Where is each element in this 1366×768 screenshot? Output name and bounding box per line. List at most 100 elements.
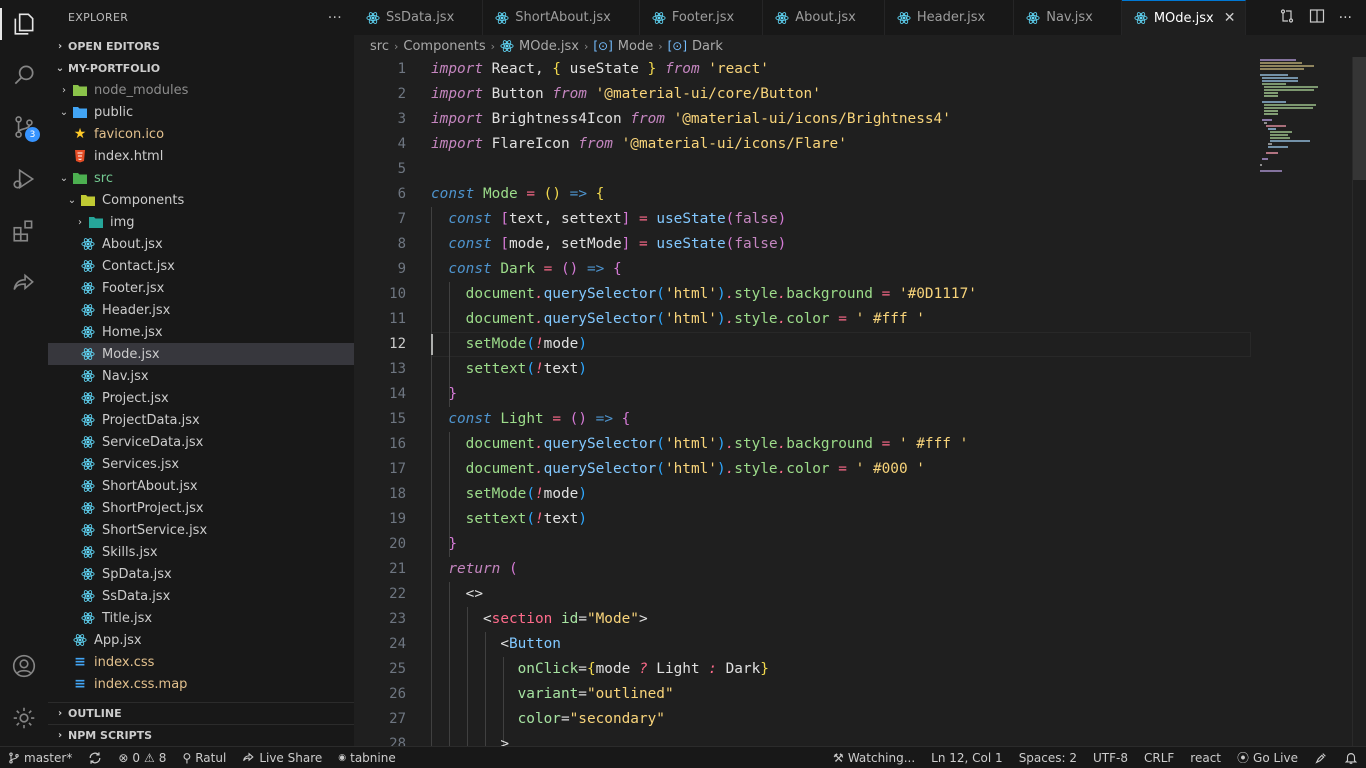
tab-nav-jsx[interactable]: Nav.jsx [1014, 0, 1122, 35]
tree-item-favicon-ico[interactable]: ★ favicon.ico [48, 123, 354, 145]
tree-item-components[interactable]: ⌄ Components [48, 189, 354, 211]
code-line: 27 color="secondary" [354, 707, 1254, 732]
error-count: 0 [132, 750, 141, 765]
breadcrumb: src › Components › MOde.jsx › [⊙] Mode ›… [354, 35, 1366, 57]
tab-about-jsx[interactable]: About.jsx [763, 0, 885, 35]
tree-item-header-jsx[interactable]: Header.jsx [48, 299, 354, 321]
minimap[interactable] [1258, 57, 1352, 187]
code-text: variant="outlined" [517, 686, 674, 702]
code-text: setMode(!mode) [465, 486, 587, 502]
run-debug-icon[interactable] [0, 155, 48, 203]
tree-item-public[interactable]: ⌄ public [48, 101, 354, 123]
tab-shortabout-jsx[interactable]: ShortAbout.jsx [483, 0, 640, 35]
tree-item-shortproject-jsx[interactable]: ShortProject.jsx [48, 497, 354, 519]
line-number: 10 [389, 286, 406, 302]
breadcrumb-file[interactable]: MOde.jsx [519, 39, 579, 54]
react-icon [80, 544, 96, 560]
line-ending[interactable]: CRLF [1136, 751, 1182, 765]
tab-ssdata-jsx[interactable]: SsData.jsx [354, 0, 484, 35]
indentation[interactable]: Spaces: 2 [1011, 751, 1085, 765]
tab-footer-jsx[interactable]: Footer.jsx [640, 0, 764, 35]
tree-item-ssdata-jsx[interactable]: SsData.jsx [48, 585, 354, 607]
code-editor[interactable]: 1 import React, { useState } from 'react'… [354, 57, 1366, 746]
tree-item-spdata-jsx[interactable]: SpData.jsx [48, 563, 354, 585]
chevron-down-icon: ⌄ [67, 194, 77, 206]
feedback-icon[interactable] [1306, 751, 1336, 765]
language-mode[interactable]: react [1182, 751, 1229, 765]
react-icon [80, 522, 96, 538]
extensions-icon[interactable] [0, 207, 48, 255]
watching-status[interactable]: ⚒ Watching... [825, 751, 923, 765]
code-line: 22 <> [354, 582, 1254, 607]
file-tree: › node_modules ⌄ public ★ favicon.ico index.ht… [48, 79, 354, 695]
html-icon [72, 148, 88, 164]
react-icon [80, 588, 96, 604]
breadcrumb-symbol-mode[interactable]: Mode [618, 39, 653, 54]
more-actions-icon[interactable]: ··· [328, 10, 342, 26]
tree-item-services-jsx[interactable]: Services.jsx [48, 453, 354, 475]
tree-item-src[interactable]: ⌄ src [48, 167, 354, 189]
scrollbar-thumb[interactable] [1353, 57, 1366, 180]
tree-item-index-css-map[interactable]: ≡ index.css.map [48, 673, 354, 695]
breadcrumb-symbol-dark[interactable]: Dark [692, 39, 723, 54]
react-icon [80, 280, 96, 296]
open-editors-section[interactable]: › OPEN EDITORS [48, 35, 354, 57]
tab-mode-jsx[interactable]: MOde.jsx ✕ [1121, 0, 1247, 35]
user-label: Ratul [195, 750, 227, 765]
tree-item-label: App.jsx [94, 632, 142, 648]
tree-item-shortabout-jsx[interactable]: ShortAbout.jsx [48, 475, 354, 497]
tree-item-img[interactable]: › img [48, 211, 354, 233]
tree-item-app-jsx[interactable]: App.jsx [48, 629, 354, 651]
explorer-icon[interactable] [0, 0, 48, 48]
tree-item-footer-jsx[interactable]: Footer.jsx [48, 277, 354, 299]
sync-icon[interactable] [80, 751, 110, 765]
outline-section[interactable]: › OUTLINE [48, 702, 354, 724]
tree-item-mode-jsx[interactable]: Mode.jsx [48, 343, 354, 365]
tabnine-status[interactable]: ◉ tabnine [330, 751, 403, 765]
project-section[interactable]: ⌄ MY-PORTFOLIO [48, 57, 354, 79]
notifications-icon[interactable] [1336, 751, 1366, 765]
source-control-icon[interactable]: 3 [0, 103, 48, 151]
tree-item-index-html[interactable]: index.html [48, 145, 354, 167]
tree-item-title-jsx[interactable]: Title.jsx [48, 607, 354, 629]
problems-status[interactable]: ⊗ 0 ⚠ 8 [110, 751, 174, 765]
more-actions-icon[interactable]: ··· [1339, 10, 1352, 26]
line-number: 9 [397, 261, 406, 277]
accounts-icon[interactable] [0, 642, 48, 690]
tree-item-contact-jsx[interactable]: Contact.jsx [48, 255, 354, 277]
tree-item-home-jsx[interactable]: Home.jsx [48, 321, 354, 343]
live-share-status[interactable]: Live Share [234, 751, 330, 765]
search-icon[interactable] [0, 51, 48, 99]
chevron-right-icon: › [78, 216, 82, 228]
tree-item-node-modules[interactable]: › node_modules [48, 79, 354, 101]
live-share-icon[interactable] [0, 259, 48, 307]
tree-item-label: index.css [94, 654, 155, 670]
tree-item-servicedata-jsx[interactable]: ServiceData.jsx [48, 431, 354, 453]
react-icon [80, 500, 96, 516]
react-icon [775, 11, 789, 25]
cursor-position[interactable]: Ln 12, Col 1 [923, 751, 1011, 765]
tree-item-shortservice-jsx[interactable]: ShortService.jsx [48, 519, 354, 541]
code-text: const [mode, setMode] = useState(false) [448, 236, 787, 252]
line-number: 15 [389, 411, 406, 427]
breadcrumb-src[interactable]: src [370, 39, 389, 54]
close-icon[interactable]: ✕ [1224, 10, 1236, 26]
breadcrumb-components[interactable]: Components [403, 39, 485, 54]
branch-status[interactable]: master* [0, 751, 80, 765]
encoding[interactable]: UTF-8 [1085, 751, 1136, 765]
go-live-status[interactable]: ⦿ Go Live [1229, 749, 1306, 766]
tree-item-about-jsx[interactable]: About.jsx [48, 233, 354, 255]
tree-item-project-jsx[interactable]: Project.jsx [48, 387, 354, 409]
status-bar: master* ⊗ 0 ⚠ 8 ⚲ Ratul Live Share ◉ tab… [0, 746, 1366, 768]
npm-scripts-section[interactable]: › NPM SCRIPTS [48, 724, 354, 746]
compare-changes-icon[interactable] [1279, 8, 1295, 28]
user-status[interactable]: ⚲ Ratul [174, 751, 234, 765]
settings-gear-icon[interactable] [0, 694, 48, 742]
tree-item-projectdata-jsx[interactable]: ProjectData.jsx [48, 409, 354, 431]
split-editor-icon[interactable] [1309, 8, 1325, 28]
tree-item-nav-jsx[interactable]: Nav.jsx [48, 365, 354, 387]
tree-item-index-css[interactable]: ≡ index.css [48, 651, 354, 673]
tab-header-jsx[interactable]: Header.jsx [885, 0, 1015, 35]
chevron-down-icon: ⌄ [59, 172, 69, 184]
tree-item-skills-jsx[interactable]: Skills.jsx [48, 541, 354, 563]
